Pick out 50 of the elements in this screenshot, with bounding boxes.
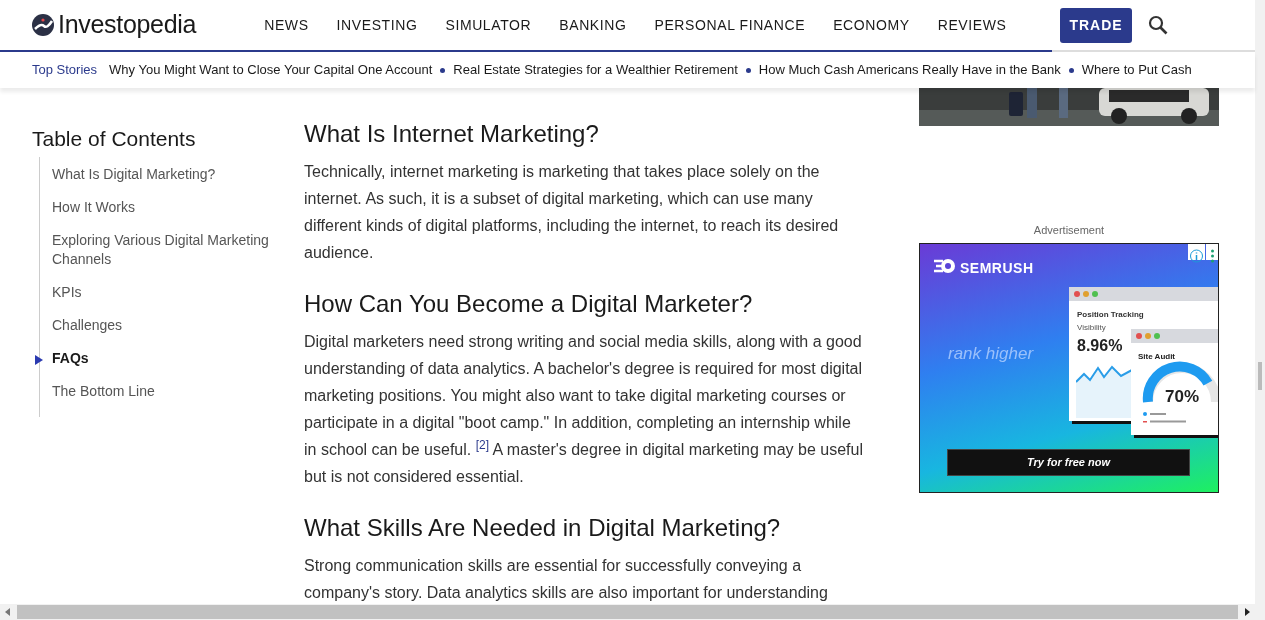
triangle-icon xyxy=(35,355,43,366)
tagline: rank higher xyxy=(948,342,1034,365)
bullet-icon xyxy=(745,67,751,73)
paragraph: Strong communication skills are essential for successfully conveying a company's story. Data analytics skills are also important for understanding xyxy=(304,556,829,603)
toc-link[interactable]: Challenges xyxy=(40,310,272,344)
story-link[interactable]: Why You Might Want to Close Your Capital One Account xyxy=(109,60,433,80)
top-stories-label: Top Stories xyxy=(32,61,98,80)
metric-value: 8.96% xyxy=(1077,335,1123,356)
toc-link[interactable]: What Is Digital Marketing? xyxy=(40,159,272,193)
nav-link[interactable]: BANKING xyxy=(545,14,641,36)
search-icon[interactable] xyxy=(1147,15,1168,35)
nav-link[interactable]: REVIEWS xyxy=(923,14,1021,36)
logo-text[interactable]: Investopedia xyxy=(58,6,197,44)
section-heading: What Skills Are Needed in Digital Marketing? xyxy=(304,513,782,543)
window-title: Site Audit xyxy=(1138,350,1176,363)
logo-icon xyxy=(32,14,54,36)
bullet-icon xyxy=(1068,67,1074,73)
scroll-left-icon[interactable] xyxy=(3,607,13,617)
ad-label: Advertisement xyxy=(1032,223,1106,238)
toc-link[interactable]: The Bottom Line xyxy=(40,376,272,410)
horizontal-scrollbar[interactable] xyxy=(0,604,1265,620)
section-heading: What Is Internet Marketing? xyxy=(304,119,600,149)
nav-link[interactable]: INVESTING xyxy=(322,14,432,36)
nav-link[interactable]: SIMULATOR xyxy=(431,14,546,36)
info-icon[interactable] xyxy=(1188,243,1205,260)
try-free-button[interactable]: Try for free now xyxy=(947,448,1190,476)
trade-button[interactable]: TRADE xyxy=(1060,7,1132,43)
bullet-icon xyxy=(440,67,446,73)
story-link[interactable]: Where to Put Cash xyxy=(1081,60,1192,80)
story-link[interactable]: How Much Cash Americans Really Have in the Bank xyxy=(758,60,1061,80)
vertical-scrollbar[interactable] xyxy=(1255,0,1265,604)
toc-link[interactable]: Exploring Various Digital Marketing Channels xyxy=(40,225,272,278)
metric-label: Visibility xyxy=(1077,321,1106,334)
toc-link[interactable]: FAQs xyxy=(40,343,272,377)
scroll-right-icon[interactable] xyxy=(1242,607,1252,617)
toc-title: Table of Contents xyxy=(32,126,197,152)
nav-link[interactable]: PERSONAL FINANCE xyxy=(640,14,820,36)
brand-name: SEMRUSH xyxy=(960,258,1034,278)
gauge-value: 70% xyxy=(1165,385,1200,408)
toc-link[interactable]: KPIs xyxy=(40,277,272,311)
story-link[interactable]: Real Estate Strategies for a Wealthier Retirement xyxy=(453,60,738,80)
paragraph: Digital marketers need strong writing and social media skills, along with a good understanding of data analytics. A bachelor's degree is required for most digital marketing positions. You might also want to take digital marketing courses or participate in a digital "boot camp." In addition, completing an internship while in school can be useful. $^{[2]}$ A master's degree in digital marketing may be useful but is not considered essential. xyxy=(304,332,864,487)
window-title: Position Tracking xyxy=(1077,308,1144,321)
nav-link[interactable]: ECONOMY xyxy=(819,14,924,36)
nav-link[interactable]: NEWS xyxy=(250,14,323,36)
paragraph: Technically, internet marketing is marketing that takes place solely on the internet. As such, it is a subset of digital marketing, which can use many different kinds of digital platforms, including the internet, to reach its desired audience. xyxy=(304,162,840,263)
toc-link[interactable]: How It Works xyxy=(40,192,272,226)
menu-icon[interactable] xyxy=(1206,243,1218,260)
citation-link[interactable]: [2] xyxy=(475,438,489,452)
section-heading: How Can You Become a Digital Marketer? xyxy=(304,289,754,319)
